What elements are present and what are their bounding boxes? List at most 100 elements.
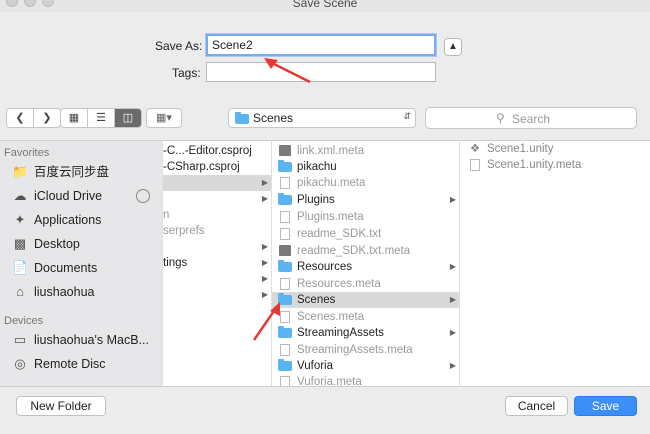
expand-dialog-button[interactable]: ▲ <box>444 38 462 56</box>
list-item[interactable]: readme_SDK.txt <box>272 226 460 242</box>
browser-column-2: link.xml.meta pikachu pikachu.meta Plugi… <box>271 140 460 387</box>
home-icon: ⌂ <box>16 284 24 299</box>
search-field[interactable]: ⚲ Search <box>425 107 637 129</box>
grid-icon: ▦▾ <box>156 112 172 124</box>
icloud-progress-icon <box>136 189 150 203</box>
list-item[interactable]: StreamingAssets.meta <box>272 342 460 358</box>
save-as-label: Save As: <box>155 39 203 53</box>
search-placeholder: Search <box>512 112 551 126</box>
chevron-right-icon: ▶ <box>261 274 268 283</box>
save-form: Save As: Scene2 ▲ Tags: <box>0 12 650 96</box>
list-item[interactable]: tings ▶ <box>163 255 272 271</box>
sidebar-item-documents[interactable]: 📄 Documents <box>12 259 97 277</box>
favorites-section-label: Favorites <box>4 147 50 159</box>
annotation-arrow-icon <box>264 58 311 84</box>
list-item[interactable]: ▶ <box>163 271 272 287</box>
title-bar: Save Scene <box>0 0 650 12</box>
chevron-right-icon: ▶ <box>449 262 456 271</box>
unity-icon: ❖ <box>469 143 481 155</box>
list-item[interactable]: Plugins ▶ <box>272 192 460 208</box>
back-button[interactable]: ❮ <box>7 109 34 127</box>
list-item[interactable]: Resources.meta <box>272 276 460 292</box>
chevron-right-icon: ▶ <box>449 361 456 370</box>
file-icon <box>279 145 291 157</box>
applications-icon: ✦ <box>14 212 26 227</box>
folder-icon <box>278 159 292 172</box>
document-icon <box>280 343 290 356</box>
folder-icon <box>278 192 292 205</box>
list-item[interactable]: Vuforia ▶ <box>272 358 460 374</box>
list-item[interactable]: n <box>163 207 272 223</box>
devices-section-label: Devices <box>4 315 44 327</box>
sidebar-item-applications[interactable]: ✦ Applications <box>12 211 102 229</box>
sidebar-item-desktop[interactable]: ▩ Desktop <box>12 235 80 253</box>
sidebar-item-remote-disc[interactable]: ◎ Remote Disc <box>12 355 105 373</box>
sidebar-item-macbook[interactable]: ▭ liushaohua's MacB... <box>12 331 149 349</box>
sidebar-item-icloud-drive[interactable]: ☁ iCloud Drive <box>12 187 103 205</box>
list-item[interactable]: -C...-Editor.csproj <box>163 143 272 159</box>
browser-column-1: -C...-Editor.csproj -CSharp.csproj ▶ ▶ n… <box>162 140 272 387</box>
list-item[interactable]: Plugins.meta <box>272 209 460 225</box>
laptop-icon: ▭ <box>13 332 27 347</box>
sidebar-item-baidu-sync[interactable]: 📁 百度云同步盘 <box>12 163 109 181</box>
folder-icon: 📁 <box>12 164 29 179</box>
chevron-right-icon: ▶ <box>261 242 268 251</box>
list-item[interactable]: ▶ <box>163 191 272 207</box>
list-item[interactable]: Scenes.meta <box>272 309 460 325</box>
list-item[interactable]: readme_SDK.txt.meta <box>272 243 460 259</box>
chevron-right-icon: ▶ <box>449 295 456 304</box>
list-item[interactable]: link.xml.meta <box>272 143 460 159</box>
list-item-selected[interactable]: ▶ <box>163 175 272 191</box>
updown-chevron-icon: ⇵ <box>403 111 411 121</box>
save-button[interactable]: Save <box>574 396 637 416</box>
chevron-right-icon: ▶ <box>449 328 456 337</box>
chevron-right-icon: ▶ <box>261 178 268 187</box>
back-forward-buttons: ❮ ❯ <box>6 108 61 128</box>
chevron-right-icon: ▶ <box>261 258 268 267</box>
sidebar: Favorites 📁 百度云同步盘 ☁ iCloud Drive ✦ Applica… <box>0 140 162 387</box>
document-icon <box>280 176 290 189</box>
list-view-button[interactable]: ☰ <box>88 109 115 127</box>
icon-view-button[interactable]: ▦ <box>61 109 88 127</box>
dialog-footer: New Folder Cancel Save <box>0 386 650 434</box>
folder-icon <box>278 358 292 371</box>
column-view-button[interactable]: ◫ <box>115 109 141 127</box>
file-icon <box>279 245 291 257</box>
annotation-arrow-icon <box>252 302 280 341</box>
folder-path-popup[interactable]: Scenes ⇵ <box>228 108 416 128</box>
view-mode-switcher: ▦ ☰ ◫ <box>60 108 142 128</box>
arrange-button[interactable]: ▦▾ <box>146 108 182 128</box>
list-item[interactable]: ▶ <box>163 239 272 255</box>
document-icon <box>280 210 290 223</box>
list-item-selected[interactable]: Scenes ▶ <box>272 292 460 308</box>
disc-icon: ◎ <box>14 356 26 371</box>
cancel-button[interactable]: Cancel <box>505 396 568 416</box>
document-icon <box>280 277 290 290</box>
document-icon <box>470 158 480 171</box>
list-item[interactable]: serprefs <box>163 223 272 239</box>
new-folder-button[interactable]: New Folder <box>16 396 106 416</box>
list-item[interactable]: -CSharp.csproj <box>163 159 272 175</box>
list-item[interactable]: pikachu.meta <box>272 175 460 191</box>
list-item[interactable]: pikachu <box>272 159 460 175</box>
documents-icon: 📄 <box>12 260 29 275</box>
list-item[interactable]: Scene1.unity.meta <box>460 157 650 173</box>
list-item[interactable]: StreamingAssets ▶ <box>272 325 460 341</box>
chevron-right-icon: ▶ <box>261 194 268 203</box>
sidebar-item-home[interactable]: ⌂ liushaohua <box>12 283 94 301</box>
desktop-icon: ▩ <box>13 236 27 251</box>
document-icon <box>280 227 290 240</box>
save-as-input[interactable]: Scene2 <box>206 34 436 56</box>
list-item[interactable]: Resources ▶ <box>272 259 460 275</box>
tags-input[interactable] <box>206 62 436 82</box>
cloud-icon: ☁ <box>13 188 27 203</box>
browser-column-3: ❖ Scene1.unity Scene1.unity.meta <box>459 140 650 387</box>
folder-icon <box>278 259 292 272</box>
list-item[interactable]: ❖ Scene1.unity <box>460 141 650 157</box>
search-icon: ⚲ <box>496 111 505 125</box>
forward-button[interactable]: ❯ <box>34 109 60 127</box>
current-folder-label: Scenes <box>253 111 294 125</box>
folder-icon <box>235 112 249 124</box>
window-title: Save Scene <box>292 0 358 10</box>
chevron-right-icon: ▶ <box>449 195 456 204</box>
